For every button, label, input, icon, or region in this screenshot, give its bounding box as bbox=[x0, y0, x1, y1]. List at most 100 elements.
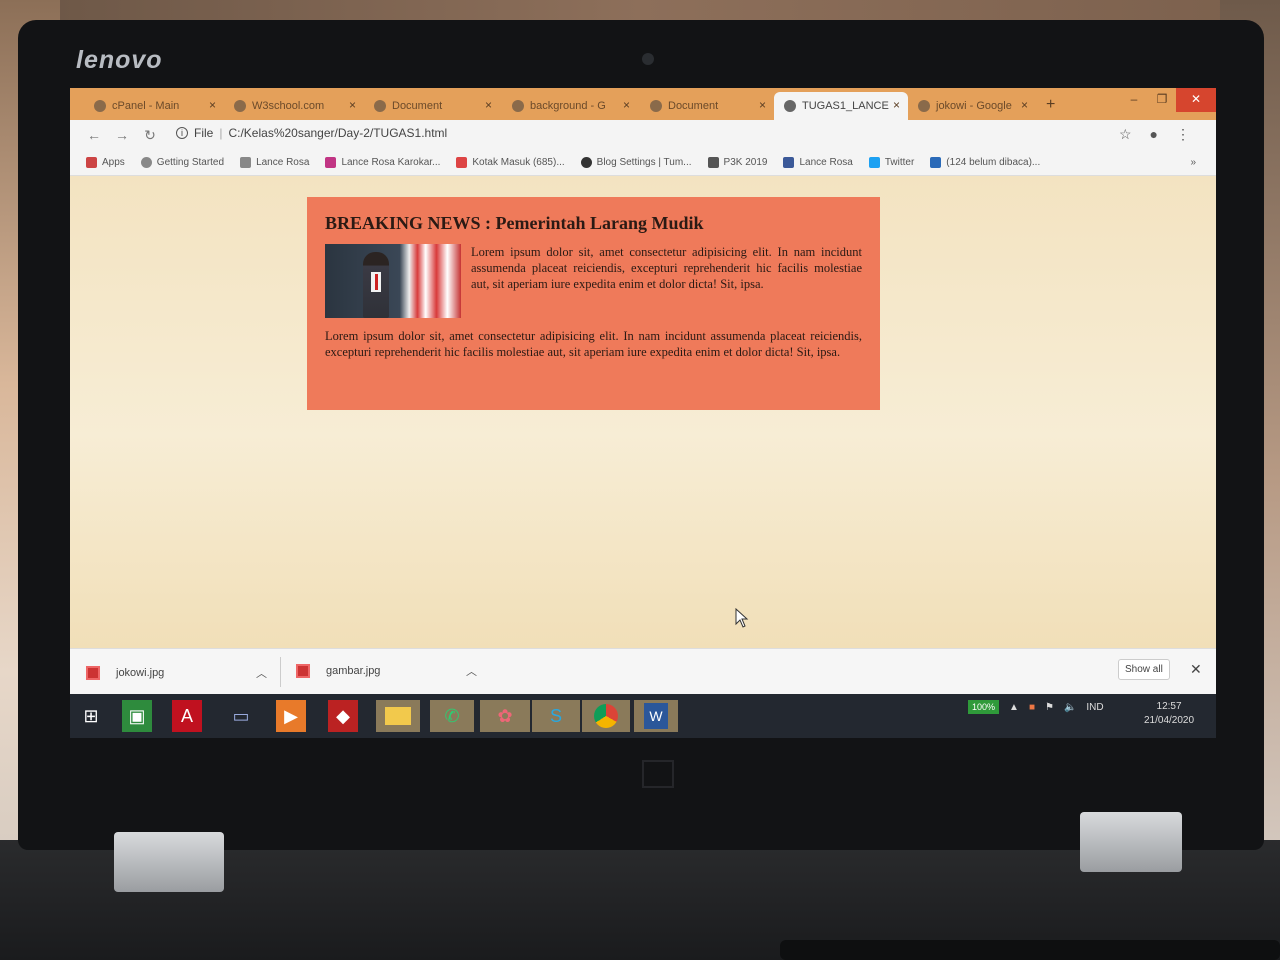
pinwheel-app-icon[interactable]: ✿ bbox=[480, 700, 530, 732]
globe-icon bbox=[650, 100, 662, 112]
twitter-icon bbox=[868, 157, 880, 168]
tab-document-2[interactable]: Document × bbox=[640, 92, 774, 120]
tab-label: W3school.com bbox=[252, 100, 325, 112]
chevron-up-icon[interactable]: ︿ bbox=[256, 665, 267, 681]
download-filename: jokowi.jpg bbox=[116, 667, 165, 679]
back-icon[interactable]: ← bbox=[80, 127, 108, 143]
chrome-icon[interactable] bbox=[582, 700, 630, 732]
bookmark-star-icon[interactable]: ☆ bbox=[1119, 126, 1132, 143]
tab-jokowi-google[interactable]: jokowi - Google × bbox=[908, 92, 1036, 120]
browser-toolbar: ← → ↻ i File | C:/Kelas%20sanger/Day-2/T… bbox=[70, 120, 1216, 150]
bookmark-facebook[interactable]: Lance Rosa bbox=[783, 157, 853, 168]
news-paragraph-1: Lorem ipsum dolor sit, amet consectetur … bbox=[471, 245, 862, 291]
show-all-button[interactable]: Show all bbox=[1118, 659, 1170, 680]
bookmark-label: P3K 2019 bbox=[723, 157, 768, 168]
bookmark-label: Getting Started bbox=[156, 157, 225, 168]
tab-document-1[interactable]: Document × bbox=[364, 92, 500, 120]
page-icon bbox=[240, 157, 252, 168]
tray-arrow-icon[interactable]: ▲ bbox=[1009, 702, 1019, 713]
clock-time: 12:57 bbox=[1156, 701, 1182, 712]
tab-close-icon[interactable]: × bbox=[623, 98, 630, 112]
apps-grid-icon bbox=[86, 157, 97, 168]
bookmark-p3k[interactable]: P3K 2019 bbox=[707, 157, 768, 168]
volume-icon[interactable]: 🔈 bbox=[1064, 702, 1076, 713]
forward-icon[interactable]: → bbox=[108, 127, 136, 143]
bookmark-label: Lance Rosa Karokar... bbox=[341, 157, 441, 168]
store-icon[interactable]: ▣ bbox=[122, 700, 152, 732]
tab-cpanel[interactable]: cPanel - Main × bbox=[84, 92, 224, 120]
file-explorer-icon[interactable] bbox=[376, 700, 420, 732]
taskbar-clock[interactable]: 12:57 21/04/2020 bbox=[1144, 700, 1194, 728]
restore-icon[interactable]: ❐ bbox=[1148, 88, 1176, 112]
new-tab-button[interactable]: + bbox=[1046, 96, 1055, 114]
reload-icon[interactable]: ↻ bbox=[136, 127, 164, 144]
facebook-icon bbox=[783, 157, 795, 168]
bookmark-label: Twitter bbox=[884, 157, 915, 168]
bookmark-gmail[interactable]: Kotak Masuk (685)... bbox=[456, 157, 565, 168]
language-indicator[interactable]: IND bbox=[1086, 702, 1103, 713]
media-player-icon[interactable]: ▶ bbox=[276, 700, 306, 732]
box-app-icon[interactable]: ◆ bbox=[328, 700, 358, 732]
profile-avatar-icon[interactable]: ● bbox=[1150, 126, 1158, 143]
mail-icon bbox=[930, 157, 942, 168]
bookmark-mail[interactable]: (124 belum dibaca)... bbox=[930, 157, 1040, 168]
laptop-brand-logo: lenovo bbox=[76, 46, 163, 74]
whatsapp-icon[interactable]: ✆ bbox=[430, 700, 474, 732]
instagram-icon bbox=[325, 157, 337, 168]
bookmark-getting-started[interactable]: Getting Started bbox=[140, 157, 225, 168]
battery-icon[interactable]: 100% bbox=[968, 700, 1000, 714]
tab-close-icon[interactable]: × bbox=[759, 98, 766, 112]
tab-w3school[interactable]: W3school.com × bbox=[224, 92, 364, 120]
google-icon bbox=[512, 100, 524, 112]
word-icon[interactable]: W bbox=[634, 700, 678, 732]
minimize-icon[interactable]: – bbox=[1120, 88, 1148, 112]
tab-label: TUGAS1_LANCE bbox=[802, 100, 889, 112]
adobe-icon[interactable]: A bbox=[172, 700, 202, 732]
tab-label: Document bbox=[392, 100, 443, 112]
bookmark-tumblr[interactable]: Blog Settings | Tum... bbox=[580, 157, 692, 168]
page-content: BREAKING NEWS : Pemerintah Larang Mudik … bbox=[70, 176, 1216, 648]
tab-label: background - G bbox=[530, 100, 606, 112]
address-bar[interactable]: i File | C:/Kelas%20sanger/Day-2/TUGAS1.… bbox=[176, 126, 447, 140]
downloads-close-icon[interactable]: ✕ bbox=[1190, 661, 1202, 678]
tab-close-icon[interactable]: × bbox=[893, 98, 900, 112]
bookmark-lance-rosa-1[interactable]: Lance Rosa bbox=[240, 157, 309, 168]
tab-background[interactable]: background - G × bbox=[502, 92, 638, 120]
download-item-jokowi[interactable]: jokowi.jpg ︿ bbox=[86, 661, 267, 685]
menu-kebab-icon[interactable]: ⋮ bbox=[1176, 126, 1190, 143]
start-icon[interactable]: ⊞ bbox=[74, 700, 108, 732]
laptop-screen: cPanel - Main × W3school.com × Document … bbox=[70, 88, 1216, 738]
tray-app-icon[interactable]: ■ bbox=[1029, 702, 1035, 713]
bookmark-label: Blog Settings | Tum... bbox=[596, 157, 692, 168]
info-icon[interactable]: i bbox=[176, 127, 188, 139]
skype-icon[interactable]: S bbox=[532, 700, 580, 732]
tab-close-icon[interactable]: × bbox=[1021, 98, 1028, 112]
download-item-gambar[interactable]: gambar.jpg ︿ bbox=[296, 659, 477, 683]
hinge-left bbox=[114, 832, 224, 892]
bookmark-twitter[interactable]: Twitter bbox=[868, 157, 915, 168]
keyboard-keys bbox=[780, 940, 1280, 960]
browser-tabstrip: cPanel - Main × W3school.com × Document … bbox=[70, 88, 1216, 120]
tab-label: jokowi - Google bbox=[936, 100, 1012, 112]
tab-tugas1[interactable]: TUGAS1_LANCE × bbox=[774, 92, 908, 120]
window-close-icon[interactable]: ✕ bbox=[1176, 88, 1216, 112]
bookmark-apps[interactable]: Apps bbox=[86, 157, 125, 168]
clock-date: 21/04/2020 bbox=[1144, 715, 1195, 726]
flag-icon[interactable]: ⚑ bbox=[1045, 702, 1054, 713]
tab-close-icon[interactable]: × bbox=[485, 98, 492, 112]
window-controls: – ❐ ✕ bbox=[1120, 88, 1216, 112]
bookmark-instagram[interactable]: Lance Rosa Karokar... bbox=[325, 157, 440, 168]
bookmarks-more[interactable]: » bbox=[1190, 157, 1196, 168]
address-divider: | bbox=[219, 126, 223, 140]
chevron-up-icon[interactable]: ︿ bbox=[466, 663, 477, 679]
news-row: Lorem ipsum dolor sit, amet consectetur … bbox=[325, 244, 862, 318]
photo-tie bbox=[375, 274, 378, 290]
globe-icon bbox=[234, 100, 246, 112]
lenovo-app-icon[interactable]: ▭ bbox=[224, 700, 258, 732]
address-path: C:/Kelas%20sanger/Day-2/TUGAS1.html bbox=[228, 126, 448, 140]
tab-label: cPanel - Main bbox=[112, 100, 180, 112]
tab-close-icon[interactable]: × bbox=[349, 98, 356, 112]
tab-close-icon[interactable]: × bbox=[209, 98, 216, 112]
gmail-icon bbox=[456, 157, 468, 168]
system-tray: 100% ▲ ■ ⚑ 🔈 IND bbox=[968, 700, 1104, 714]
